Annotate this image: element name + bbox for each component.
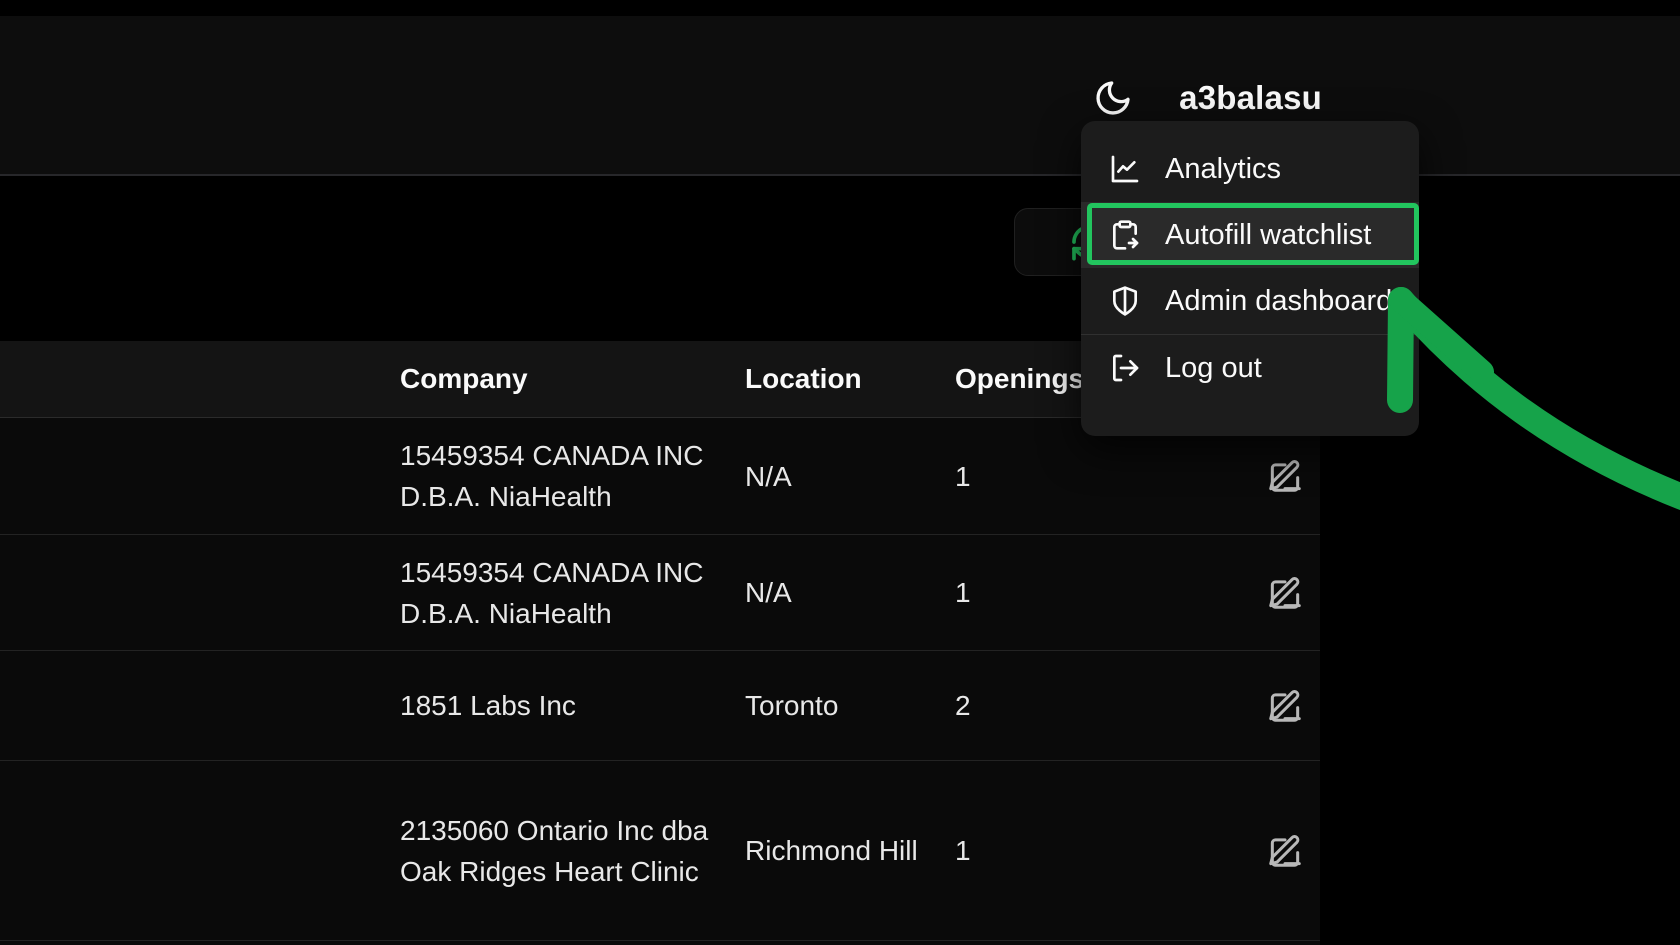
cell-company: 15459354 CANADA INC D.B.A. NiaHealth (400, 556, 704, 629)
square-pen-icon[interactable] (1262, 683, 1308, 729)
cell-location: Toronto (745, 690, 839, 721)
menu-item-label: Log out (1165, 351, 1262, 384)
clipboard-export-icon (1107, 217, 1143, 253)
menu-item-label: Admin dashboard (1165, 284, 1393, 317)
square-pen-icon[interactable] (1262, 828, 1308, 874)
cell-company: 2135060 Ontario Inc dba Oak Ridges Heart… (400, 814, 709, 887)
cell-actions (1255, 683, 1315, 729)
menu-top-padding (1081, 121, 1419, 136)
cell-openings: 2 (955, 690, 971, 721)
cell-company: 15459354 CANADA INC D.B.A. NiaHealth (400, 440, 704, 512)
username-label[interactable]: a3balasu (1179, 79, 1322, 117)
cell-openings: 1 (955, 835, 971, 866)
menu-item-autofill-watchlist[interactable]: Autofill watchlist (1081, 202, 1419, 268)
cell-location: N/A (745, 460, 792, 492)
cell-actions (1255, 828, 1315, 874)
column-header-company: Company (400, 363, 528, 394)
cell-openings: 1 (955, 460, 971, 492)
square-pen-icon[interactable] (1262, 570, 1308, 616)
app-root: a3balasu Company Location Openings 15459… (0, 0, 1680, 945)
menu-item-log-out[interactable]: Log out (1081, 335, 1419, 401)
menu-item-analytics[interactable]: Analytics (1081, 136, 1419, 202)
chart-line-icon (1107, 151, 1143, 187)
cell-location: N/A (745, 577, 792, 608)
menu-bottom-padding (1081, 401, 1419, 416)
user-dropdown-menu: Analytics Autofill watchlist Admin dashb… (1081, 121, 1419, 436)
square-pen-icon[interactable] (1262, 453, 1308, 499)
header-right-cluster: a3balasu (1087, 72, 1322, 124)
window-top-strip (0, 0, 1680, 16)
menu-item-label: Autofill watchlist (1165, 218, 1372, 251)
menu-item-label: Analytics (1165, 152, 1282, 185)
cell-actions (1255, 453, 1315, 499)
moon-icon[interactable] (1087, 72, 1139, 124)
app-header: a3balasu (0, 16, 1680, 176)
table-row[interactable]: 15459354 CANADA INC D.B.A. NiaHealth N/A… (0, 535, 1320, 651)
table-toolbar (0, 178, 1680, 341)
cell-openings: 1 (955, 577, 971, 608)
log-out-icon (1107, 350, 1143, 386)
cell-location: Richmond Hill (745, 835, 918, 866)
cell-company: 1851 Labs Inc (400, 690, 576, 721)
table-row[interactable]: 2135060 Ontario Inc dba Oak Ridges Heart… (0, 761, 1320, 941)
column-header-location: Location (745, 363, 862, 394)
menu-item-admin-dashboard[interactable]: Admin dashboard (1081, 268, 1419, 334)
cell-actions (1255, 570, 1315, 616)
shield-icon (1107, 283, 1143, 319)
table-row[interactable]: 1851 Labs Inc Toronto 2 (0, 651, 1320, 761)
